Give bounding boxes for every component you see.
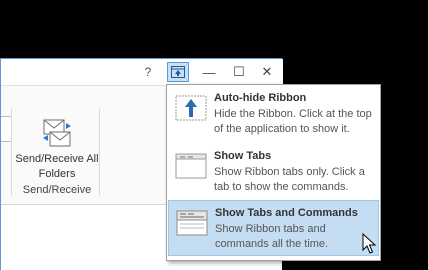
menu-item-description: Show Ribbon tabs only. Click a tab to sh… (214, 166, 365, 193)
menu-item-auto-hide-ribbon[interactable]: Auto-hide Ribbon Hide the Ribbon. Click … (168, 86, 379, 142)
menu-item-description: Show Ribbon tabs and commands all the ti… (215, 223, 329, 250)
show-tabs-commands-icon (176, 210, 208, 236)
auto-hide-icon (175, 95, 207, 121)
show-tabs-icon (175, 153, 207, 179)
minimize-button[interactable]: — (198, 62, 220, 82)
mouse-cursor-icon (362, 233, 376, 254)
send-receive-all-folders-button[interactable]: Send/Receive All Folders (15, 118, 99, 180)
close-button[interactable]: ✕ (256, 62, 278, 82)
ribbon-divider (99, 108, 100, 196)
menu-item-description: Hide the Ribbon. Click at the top of the… (214, 108, 372, 135)
maximize-button[interactable]: ☐ (228, 62, 250, 82)
ribbon-divider (11, 108, 12, 196)
menu-item-show-tabs[interactable]: Show Tabs Show Ribbon tabs only. Click a… (168, 144, 379, 200)
ribbon-display-options-icon (171, 66, 185, 78)
menu-item-title: Auto-hide Ribbon (214, 92, 307, 104)
send-receive-icon (43, 119, 71, 147)
ribbon-display-options-menu: Auto-hide Ribbon Hide the Ribbon. Click … (166, 84, 381, 261)
title-bar: ? — ☐ ✕ (1, 59, 283, 85)
help-button[interactable]: ? (137, 62, 159, 82)
ribbon-display-options-button[interactable] (167, 62, 189, 82)
send-receive-label: Send/Receive All Folders (15, 153, 99, 180)
menu-item-title: Show Tabs and Commands (215, 207, 358, 219)
menu-item-show-tabs-and-commands[interactable]: Show Tabs and Commands Show Ribbon tabs … (168, 200, 379, 256)
send-receive-group-label: Send/Receive (22, 184, 92, 196)
menu-item-title: Show Tabs (214, 150, 272, 162)
